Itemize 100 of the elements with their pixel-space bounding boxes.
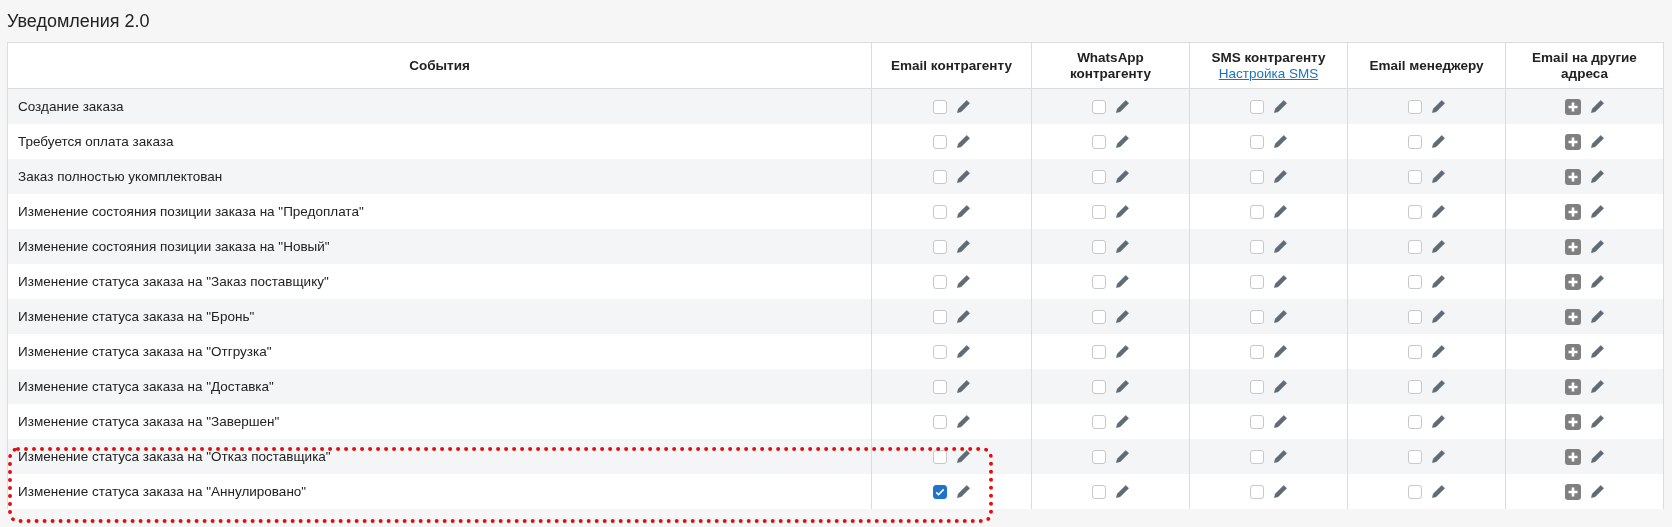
pencil-icon[interactable] (1272, 169, 1288, 184)
pencil-icon[interactable] (955, 239, 971, 254)
pencil-icon[interactable] (955, 274, 971, 289)
checkbox[interactable] (932, 309, 947, 324)
checkbox[interactable] (1407, 239, 1422, 254)
pencil-icon[interactable] (1272, 134, 1288, 149)
checkbox[interactable] (1407, 414, 1422, 429)
pencil-icon[interactable] (955, 344, 971, 359)
pencil-icon[interactable] (1589, 414, 1605, 429)
pencil-icon[interactable] (1114, 414, 1130, 429)
pencil-icon[interactable] (1589, 99, 1605, 114)
pencil-icon[interactable] (1430, 204, 1446, 219)
pencil-icon[interactable] (955, 204, 971, 219)
checkbox[interactable] (1249, 414, 1264, 429)
checkbox[interactable] (1249, 449, 1264, 464)
plus-icon[interactable] (1564, 308, 1581, 325)
pencil-icon[interactable] (955, 99, 971, 114)
checkbox[interactable] (1407, 449, 1422, 464)
pencil-icon[interactable] (1430, 239, 1446, 254)
checkbox[interactable] (1091, 169, 1106, 184)
checkbox[interactable] (1091, 274, 1106, 289)
checkbox[interactable] (1407, 344, 1422, 359)
pencil-icon[interactable] (1430, 99, 1446, 114)
checkbox[interactable] (1249, 134, 1264, 149)
pencil-icon[interactable] (1272, 239, 1288, 254)
pencil-icon[interactable] (1272, 344, 1288, 359)
pencil-icon[interactable] (1589, 204, 1605, 219)
pencil-icon[interactable] (1272, 379, 1288, 394)
pencil-icon[interactable] (1114, 379, 1130, 394)
plus-icon[interactable] (1564, 238, 1581, 255)
checkbox[interactable] (932, 344, 947, 359)
pencil-icon[interactable] (1430, 414, 1446, 429)
checkbox[interactable] (932, 484, 947, 499)
pencil-icon[interactable] (1114, 344, 1130, 359)
checkbox[interactable] (1407, 99, 1422, 114)
pencil-icon[interactable] (1589, 309, 1605, 324)
plus-icon[interactable] (1564, 273, 1581, 290)
pencil-icon[interactable] (1272, 204, 1288, 219)
pencil-icon[interactable] (1589, 379, 1605, 394)
pencil-icon[interactable] (1589, 449, 1605, 464)
pencil-icon[interactable] (1589, 344, 1605, 359)
checkbox[interactable] (932, 379, 947, 394)
pencil-icon[interactable] (1430, 134, 1446, 149)
checkbox[interactable] (1407, 169, 1422, 184)
plus-icon[interactable] (1564, 413, 1581, 430)
pencil-icon[interactable] (1589, 169, 1605, 184)
checkbox[interactable] (1407, 134, 1422, 149)
checkbox[interactable] (1091, 134, 1106, 149)
pencil-icon[interactable] (955, 484, 971, 499)
pencil-icon[interactable] (1272, 99, 1288, 114)
checkbox[interactable] (1407, 274, 1422, 289)
checkbox[interactable] (1249, 484, 1264, 499)
plus-icon[interactable] (1564, 168, 1581, 185)
pencil-icon[interactable] (1114, 134, 1130, 149)
pencil-icon[interactable] (1114, 449, 1130, 464)
plus-icon[interactable] (1564, 378, 1581, 395)
checkbox[interactable] (1249, 344, 1264, 359)
checkbox[interactable] (1407, 309, 1422, 324)
checkbox[interactable] (1407, 484, 1422, 499)
pencil-icon[interactable] (1114, 309, 1130, 324)
checkbox[interactable] (1249, 169, 1264, 184)
pencil-icon[interactable] (955, 414, 971, 429)
pencil-icon[interactable] (1589, 274, 1605, 289)
pencil-icon[interactable] (1272, 484, 1288, 499)
checkbox[interactable] (932, 169, 947, 184)
checkbox[interactable] (1407, 204, 1422, 219)
pencil-icon[interactable] (1114, 169, 1130, 184)
checkbox[interactable] (932, 449, 947, 464)
pencil-icon[interactable] (1430, 344, 1446, 359)
plus-icon[interactable] (1564, 98, 1581, 115)
checkbox[interactable] (932, 414, 947, 429)
pencil-icon[interactable] (1114, 274, 1130, 289)
checkbox[interactable] (932, 239, 947, 254)
pencil-icon[interactable] (1272, 414, 1288, 429)
checkbox[interactable] (1091, 449, 1106, 464)
checkbox[interactable] (1091, 309, 1106, 324)
pencil-icon[interactable] (1589, 134, 1605, 149)
checkbox[interactable] (1249, 379, 1264, 394)
pencil-icon[interactable] (955, 449, 971, 464)
checkbox[interactable] (1249, 274, 1264, 289)
checkbox[interactable] (1249, 99, 1264, 114)
pencil-icon[interactable] (1430, 169, 1446, 184)
checkbox[interactable] (1249, 204, 1264, 219)
pencil-icon[interactable] (1430, 309, 1446, 324)
checkbox[interactable] (1249, 309, 1264, 324)
pencil-icon[interactable] (955, 134, 971, 149)
checkbox[interactable] (932, 134, 947, 149)
plus-icon[interactable] (1564, 203, 1581, 220)
pencil-icon[interactable] (1114, 484, 1130, 499)
plus-icon[interactable] (1564, 448, 1581, 465)
checkbox[interactable] (1091, 379, 1106, 394)
pencil-icon[interactable] (1272, 274, 1288, 289)
plus-icon[interactable] (1564, 483, 1581, 500)
sms-settings-link[interactable]: Настройка SMS (1218, 65, 1319, 81)
pencil-icon[interactable] (1430, 379, 1446, 394)
pencil-icon[interactable] (1589, 484, 1605, 499)
checkbox[interactable] (1091, 204, 1106, 219)
pencil-icon[interactable] (1430, 449, 1446, 464)
pencil-icon[interactable] (955, 309, 971, 324)
pencil-icon[interactable] (1589, 239, 1605, 254)
